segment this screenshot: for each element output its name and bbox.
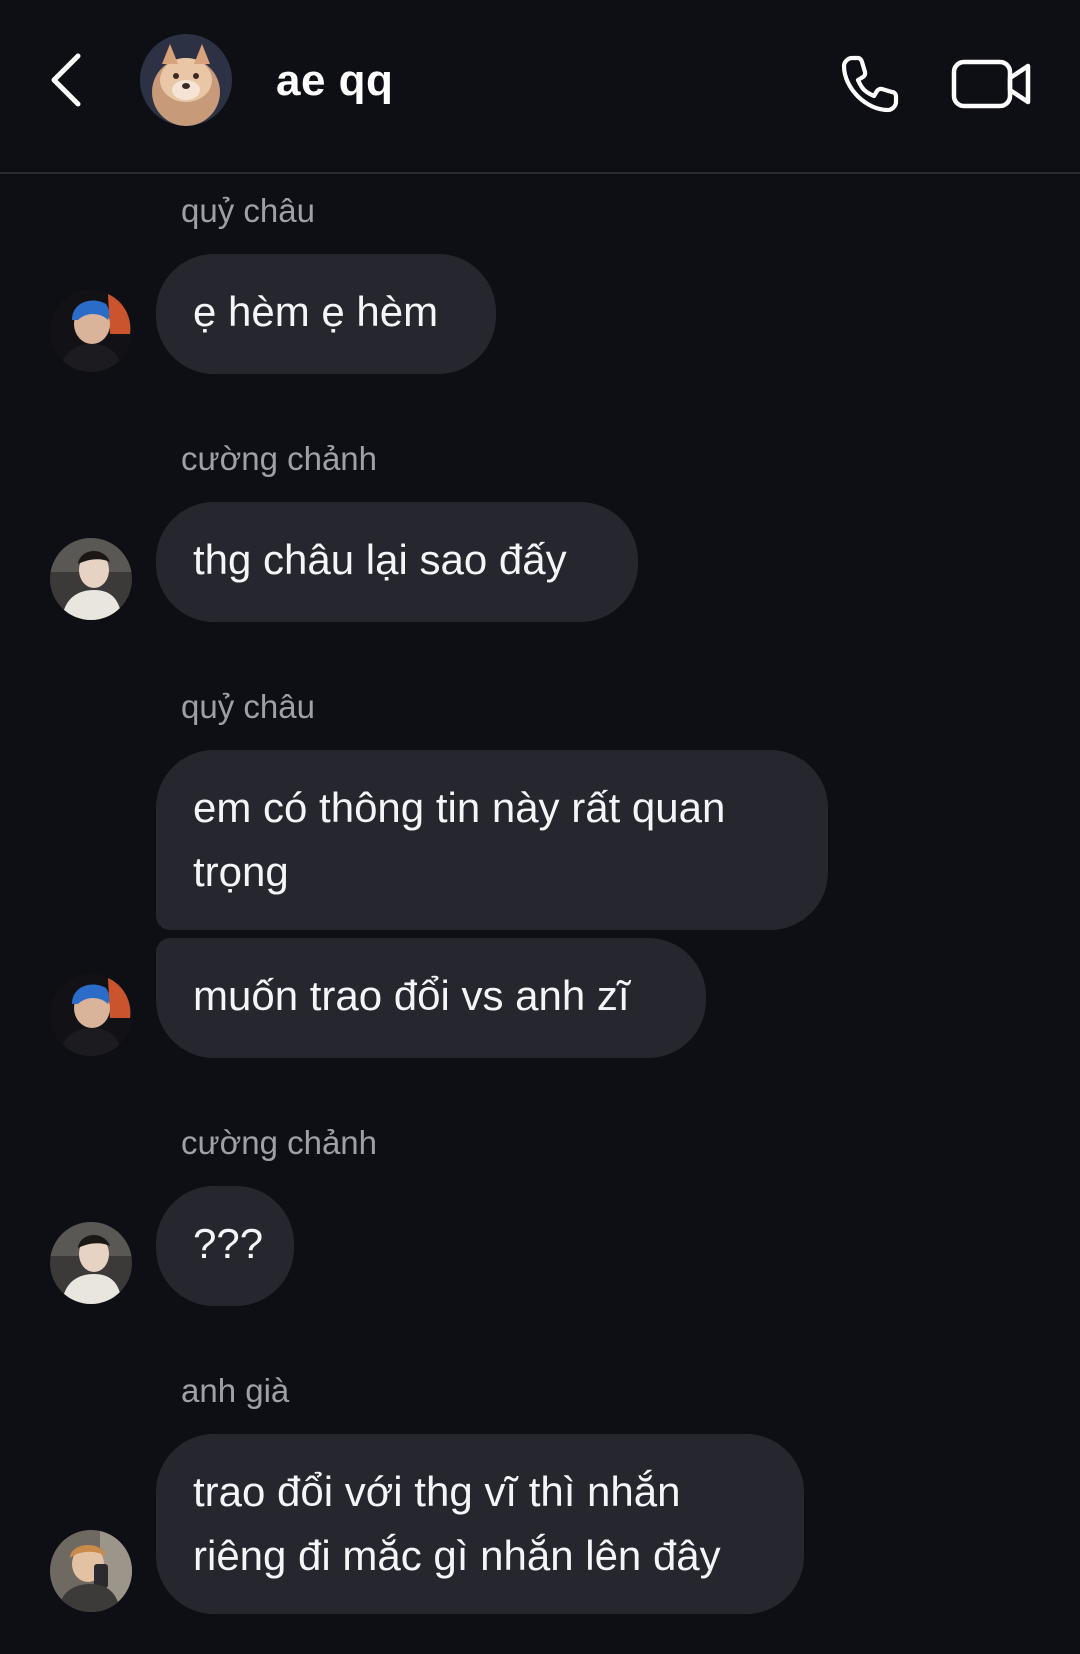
chevron-left-icon [51,53,81,107]
message-sender: anh già [181,1372,290,1409]
phone-icon [841,55,899,113]
message-sender: cường chảnh [181,440,378,477]
video-camera-icon [951,59,1031,109]
avatar[interactable] [50,1222,132,1304]
chat-title[interactable]: ae qq [276,56,393,106]
message-bubble[interactable]: thg châu lại sao đấy [156,502,638,622]
avatar[interactable] [50,290,132,372]
message-bubble[interactable]: em có thông tin này rất quan trọng [156,750,828,930]
message-bubble[interactable]: muốn trao đổi vs anh zĩ [156,938,706,1058]
message-bubble[interactable]: trao đổi với thg vĩ thì nhắn riêng đi mắ… [156,1434,804,1614]
avatar[interactable] [50,974,132,1056]
back-button[interactable] [36,50,96,110]
avatar[interactable] [50,538,132,620]
video-call-button[interactable] [948,50,1036,118]
message-sender: quỷ châu [181,192,315,229]
message-bubble[interactable]: ??? [156,1186,294,1306]
group-avatar[interactable] [140,34,232,126]
message-bubble[interactable]: ẹ hèm ẹ hèm [156,254,496,374]
avatar[interactable] [50,1530,132,1612]
message-sender: cường chảnh [181,1124,378,1161]
message-sender: quỷ châu [181,688,315,725]
voice-call-button[interactable] [834,48,906,120]
chat-header: ae qq [0,0,1080,174]
